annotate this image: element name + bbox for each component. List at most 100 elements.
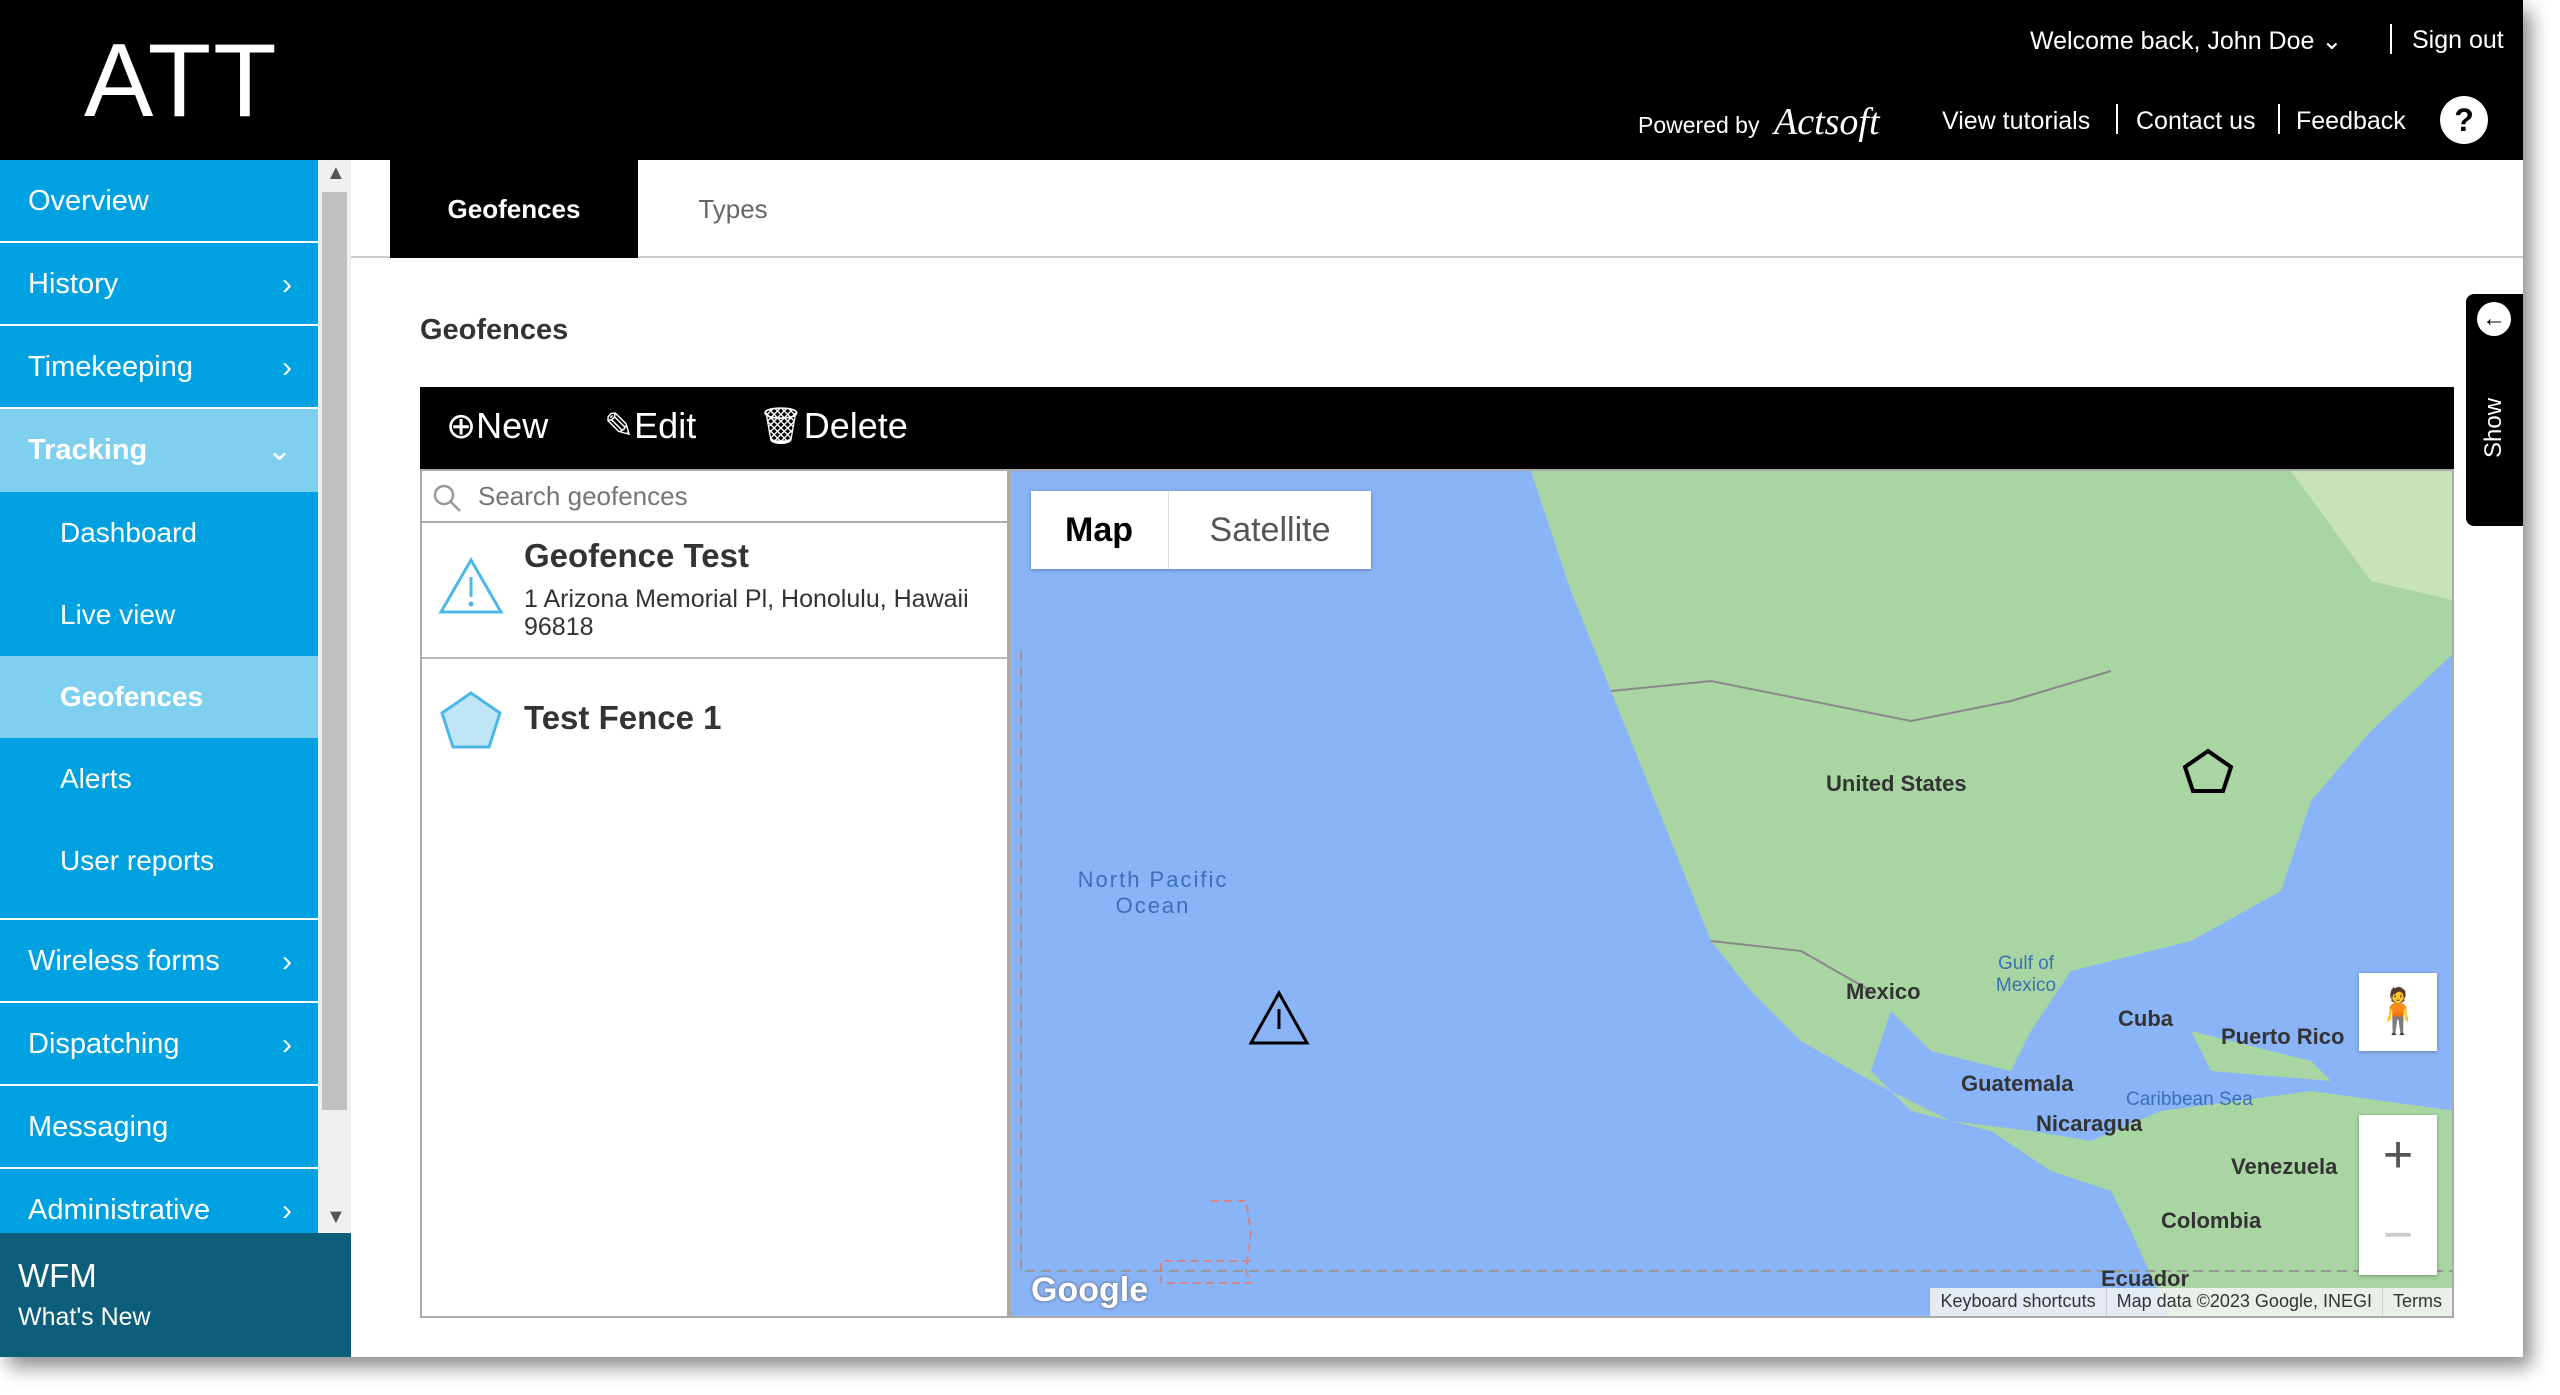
tab-bar: Geofences Types xyxy=(351,160,2523,258)
chevron-right-icon: › xyxy=(282,1194,292,1227)
header: ATT Welcome back, John Doe ⌄ Sign out Po… xyxy=(0,0,2523,160)
terms-link[interactable]: Terms xyxy=(2383,1288,2452,1316)
list-item[interactable]: Test Fence 1 xyxy=(422,659,1007,779)
scroll-down-icon[interactable]: ▼ xyxy=(326,1206,346,1229)
new-button[interactable]: ⊕New xyxy=(446,405,548,447)
search-box xyxy=(422,471,1007,523)
map-label: Caribbean Sea xyxy=(2126,1089,2253,1110)
user-menu[interactable]: Welcome back, John Doe ⌄ xyxy=(2030,26,2342,56)
sidebar: Overview History › Timekeeping › Tracking ⌄… xyxy=(0,160,318,1233)
zoom-control: + − xyxy=(2359,1115,2437,1275)
map-label: Nicaragua xyxy=(2036,1111,2143,1136)
chevron-down-icon: ⌄ xyxy=(2321,27,2343,55)
show-panel-toggle[interactable]: ← Show xyxy=(2466,294,2523,526)
geofence-list: Geofence Test 1 Arizona Memorial Pl, Hon… xyxy=(420,469,1009,1318)
divider xyxy=(2390,24,2392,54)
chevron-right-icon: › xyxy=(282,351,292,384)
welcome-text: Welcome back, John Doe xyxy=(2030,27,2315,55)
map-label: Puerto Rico xyxy=(2221,1024,2345,1049)
search-input[interactable] xyxy=(478,481,998,512)
zoom-in-button[interactable]: + xyxy=(2359,1115,2437,1195)
geofence-address: 1 Arizona Memorial Pl, Honolulu, Hawaii … xyxy=(524,585,969,641)
street-view-pegman-icon[interactable]: 🧍 xyxy=(2359,973,2437,1051)
sidebar-item-user-reports[interactable]: User reports xyxy=(0,820,318,920)
warning-icon xyxy=(438,557,504,614)
map-label: Guatemala xyxy=(1961,1071,2074,1096)
sidebar-item-label: Alerts xyxy=(60,763,132,794)
sidebar-item-label: Timekeeping xyxy=(28,351,193,383)
pentagon-icon xyxy=(440,691,502,749)
trash-icon: 🗑 xyxy=(758,405,804,446)
sidebar-item-label: Tracking xyxy=(28,434,148,466)
sidebar-scrollbar[interactable]: ▲ ▼ xyxy=(318,160,351,1233)
divider xyxy=(2278,104,2280,134)
chevron-right-icon: › xyxy=(282,268,292,301)
map-type-map-button[interactable]: Map xyxy=(1031,491,1167,569)
sidebar-item-label: Messaging xyxy=(28,1111,169,1143)
help-icon[interactable]: ? xyxy=(2440,96,2488,144)
page-title: Geofences xyxy=(420,314,569,346)
sidebar-item-label: Administrative xyxy=(28,1194,211,1226)
map-label: Gulf of Mexico xyxy=(1995,953,2057,996)
tab-types[interactable]: Types xyxy=(638,160,828,258)
map-label: Venezuela xyxy=(2231,1154,2338,1179)
delete-label: Delete xyxy=(803,405,908,446)
edit-button[interactable]: ✎Edit xyxy=(604,405,696,447)
map-label: Mexico xyxy=(1846,979,1921,1004)
keyboard-shortcuts-link[interactable]: Keyboard shortcuts xyxy=(1930,1288,2107,1316)
scroll-up-icon[interactable]: ▲ xyxy=(326,162,346,185)
sidebar-item-label: History xyxy=(28,268,119,300)
tab-geofences[interactable]: Geofences xyxy=(390,160,638,258)
chevron-down-icon: ⌄ xyxy=(266,434,292,467)
divider xyxy=(2116,104,2118,134)
sidebar-item-administrative[interactable]: Administrative › xyxy=(0,1169,318,1233)
sidebar-item-label: Dashboard xyxy=(60,517,197,548)
sidebar-item-dashboard[interactable]: Dashboard xyxy=(0,492,318,574)
map-label: North Pacific Ocean xyxy=(1077,867,1229,918)
app-window: ATT Welcome back, John Doe ⌄ Sign out Po… xyxy=(0,0,2523,1357)
map-type-satellite-button[interactable]: Satellite xyxy=(1168,491,1371,569)
sidebar-item-overview[interactable]: Overview xyxy=(0,160,318,243)
sidebar-item-wireless-forms[interactable]: Wireless forms › xyxy=(0,920,318,1003)
view-tutorials-link[interactable]: View tutorials xyxy=(1942,107,2090,136)
feedback-link[interactable]: Feedback xyxy=(2296,107,2406,136)
whats-new-panel[interactable]: WFM What's New xyxy=(0,1233,351,1357)
actsoft-logo: Actsoft xyxy=(1774,101,1880,143)
sign-out-link[interactable]: Sign out xyxy=(2412,26,2504,55)
sidebar-item-messaging[interactable]: Messaging xyxy=(0,1086,318,1169)
chevron-right-icon: › xyxy=(282,945,292,978)
sidebar-item-label: Wireless forms xyxy=(28,945,220,977)
wfm-title: WFM xyxy=(18,1257,97,1294)
contact-us-link[interactable]: Contact us xyxy=(2136,107,2256,136)
sidebar-item-label: Overview xyxy=(28,185,149,217)
edit-label: Edit xyxy=(634,405,697,446)
arrow-left-icon: ← xyxy=(2477,302,2511,336)
sidebar-item-label: Geofences xyxy=(60,681,204,712)
scrollbar-thumb[interactable] xyxy=(322,192,347,1110)
sidebar-item-tracking[interactable]: Tracking ⌄ xyxy=(0,409,318,492)
list-item[interactable]: Geofence Test 1 Arizona Memorial Pl, Hon… xyxy=(422,523,1007,659)
sidebar-item-history[interactable]: History › xyxy=(0,243,318,326)
powered-by: Powered by xyxy=(1638,112,1760,138)
chevron-right-icon: › xyxy=(282,1028,292,1061)
map[interactable]: North Pacific Ocean United States Mexico… xyxy=(1009,469,2454,1318)
sidebar-item-alerts[interactable]: Alerts xyxy=(0,738,318,820)
sidebar-item-timekeeping[interactable]: Timekeeping › xyxy=(0,326,318,409)
whats-new-link[interactable]: What's New xyxy=(18,1303,333,1332)
toolbar: ⊕New ✎Edit 🗑Delete xyxy=(420,387,2454,469)
delete-button[interactable]: 🗑Delete xyxy=(758,405,908,447)
sidebar-item-geofences[interactable]: Geofences xyxy=(0,656,318,738)
edit-icon: ✎ xyxy=(604,405,635,446)
map-attribution: Keyboard shortcuts Map data ©2023 Google… xyxy=(1930,1288,2452,1316)
sidebar-item-live-view[interactable]: Live view xyxy=(0,574,318,656)
geofence-name: Test Fence 1 xyxy=(524,699,722,736)
geofence-name: Geofence Test xyxy=(524,537,749,574)
sidebar-item-label: Live view xyxy=(60,599,176,630)
sidebar-item-label: User reports xyxy=(60,845,215,876)
sidebar-item-label: Dispatching xyxy=(28,1028,180,1060)
google-logo: Google xyxy=(1031,1271,1149,1309)
logo: ATT xyxy=(84,23,279,139)
sidebar-item-dispatching[interactable]: Dispatching › xyxy=(0,1003,318,1086)
zoom-out-button[interactable]: − xyxy=(2359,1195,2437,1275)
map-label: United States xyxy=(1826,771,1967,796)
